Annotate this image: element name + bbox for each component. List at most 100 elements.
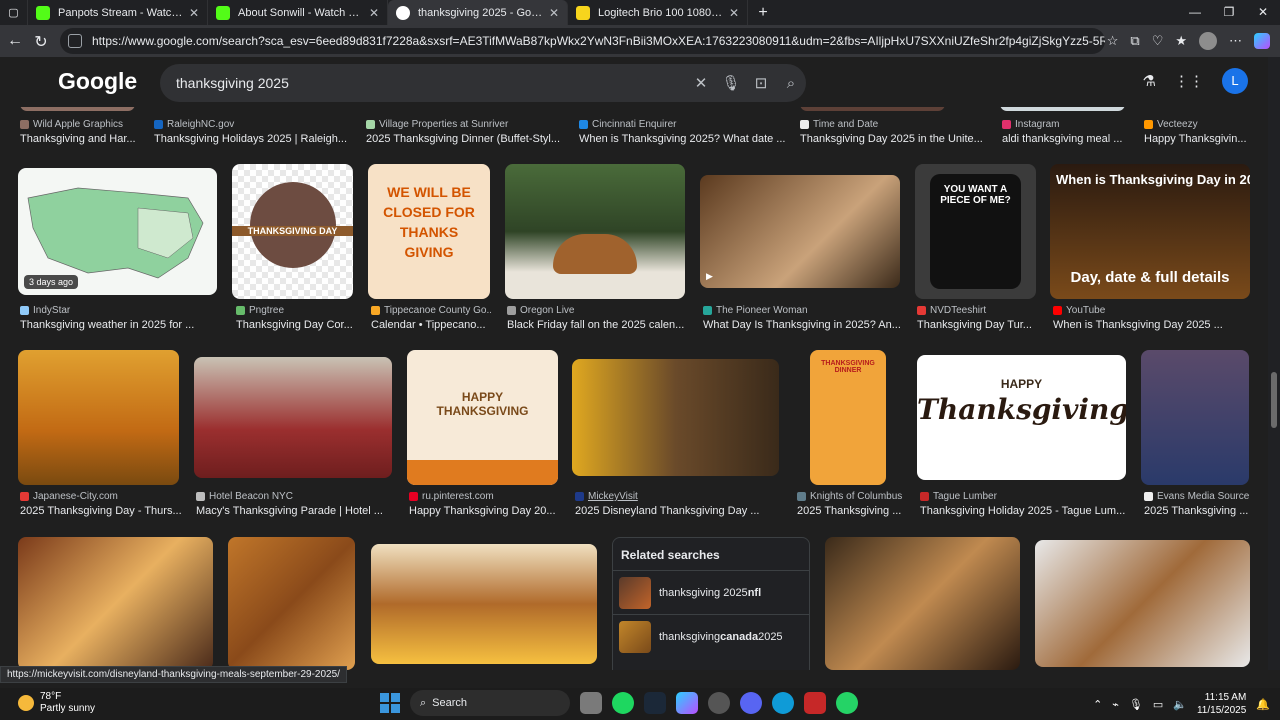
related-search-item[interactable]: thanksgiving canada 2025 <box>613 614 809 658</box>
tab-logitech[interactable]: Logitech Brio 100 1080p Full HD ✕ <box>568 0 748 25</box>
windows-start-icon[interactable] <box>380 693 400 713</box>
close-icon[interactable]: ✕ <box>549 6 559 20</box>
close-icon[interactable]: ✕ <box>729 6 739 20</box>
whatsapp-icon[interactable] <box>836 692 858 714</box>
back-icon[interactable]: ← <box>2 32 28 50</box>
result-caption[interactable]: Happy Thanksgiving Day 20... <box>409 505 561 517</box>
result-caption[interactable]: When is Thanksgiving Day 2025 ... <box>1053 319 1248 331</box>
tab-sonwill[interactable]: About Sonwill - Watch Live on Ki ✕ <box>208 0 388 25</box>
result-source[interactable]: YouTube <box>1053 305 1248 316</box>
reload-icon[interactable]: ↻ <box>28 32 54 52</box>
tab-actions-button[interactable]: ▢ <box>0 0 28 25</box>
result-caption[interactable]: 2025 Thanksgiving Day - Thurs... <box>20 505 185 517</box>
result-source[interactable]: MickeyVisit <box>575 491 775 502</box>
result-source[interactable]: The Pioneer Woman <box>703 305 903 316</box>
close-icon[interactable]: ✕ <box>369 6 379 20</box>
result-thumbnail[interactable]: THANKSGIVING DINNER <box>810 350 886 485</box>
result-thumbnail[interactable]: When is Thanksgiving Day in 2025 Day, da… <box>1050 164 1250 299</box>
minimize-icon[interactable]: — <box>1178 0 1212 25</box>
result-caption[interactable]: Thanksgiving and Har... <box>20 133 145 145</box>
favorites-icon[interactable]: ★ <box>1175 33 1187 49</box>
result-thumbnail[interactable]: HAPPY THANKSGIVING <box>407 350 558 485</box>
result-thumbnail[interactable] <box>194 357 392 478</box>
copilot-icon[interactable] <box>1254 33 1270 49</box>
result-source[interactable]: Oregon Live <box>507 305 687 316</box>
result-source[interactable]: Knights of Columbus <box>797 491 907 502</box>
discord-icon[interactable] <box>740 692 762 714</box>
result-source[interactable]: Cincinnati Enquirer <box>579 119 789 130</box>
result-thumbnail[interactable] <box>1035 540 1250 667</box>
result-caption[interactable]: Thanksgiving Day 2025 in the Unite... <box>800 133 990 145</box>
result-source[interactable]: Pngtree <box>236 305 356 316</box>
google-logo[interactable]: Google <box>58 68 137 95</box>
result-thumbnail[interactable] <box>505 164 685 299</box>
search-input[interactable]: thanksgiving 2025 <box>176 75 686 91</box>
search-icon[interactable]: ⌕ <box>776 75 806 92</box>
result-thumbnail[interactable] <box>800 107 945 111</box>
result-source[interactable]: Wild Apple Graphics <box>20 119 145 130</box>
result-caption[interactable]: When is Thanksgiving 2025? What date ... <box>579 133 789 145</box>
lens-icon[interactable]: ⊡ <box>746 74 776 92</box>
result-caption[interactable]: Black Friday fall on the 2025 calen... <box>507 319 687 331</box>
copilot-app-icon[interactable] <box>676 692 698 714</box>
result-caption[interactable]: 2025 Thanksgiving ... <box>797 505 907 517</box>
labs-icon[interactable]: ⚗ <box>1143 72 1156 90</box>
account-avatar[interactable]: L <box>1222 68 1248 94</box>
result-caption[interactable]: 2025 Thanksgiving Dinner (Buffet-Styl... <box>366 133 566 145</box>
volume-icon[interactable]: 🔈 <box>1173 698 1187 711</box>
result-caption[interactable]: Thanksgiving Holiday 2025 - Tague Lum... <box>920 505 1127 517</box>
result-source[interactable]: Time and Date <box>800 119 990 130</box>
related-search-item[interactable]: thanksgiving 2025 nfl <box>613 570 809 614</box>
result-source[interactable]: RaleighNC.gov <box>154 119 354 130</box>
tab-panpots[interactable]: Panpots Stream - Watch Live on K ✕ <box>28 0 208 25</box>
result-source[interactable]: IndyStar <box>20 305 210 316</box>
result-source[interactable]: Village Properties at Sunriver <box>366 119 566 130</box>
scrollbar[interactable] <box>1268 57 1280 670</box>
chevron-up-icon[interactable]: ⌃ <box>1093 698 1102 711</box>
restore-icon[interactable]: ❐ <box>1212 0 1246 25</box>
microphone-icon[interactable]: 🎙 <box>1129 698 1143 711</box>
result-caption[interactable]: aldi thanksgiving meal ... <box>1002 133 1132 145</box>
result-caption[interactable]: Thanksgiving weather in 2025 for ... <box>20 319 217 331</box>
result-caption[interactable]: 2025 Disneyland Thanksgiving Day ... <box>575 505 780 517</box>
network-icon[interactable]: ⌁ <box>1112 698 1119 711</box>
new-tab-button[interactable]: + <box>748 0 778 25</box>
result-source[interactable]: NVDTeeshirt <box>917 305 1037 316</box>
taskbar-search[interactable]: ⌕ Search <box>410 690 570 716</box>
result-source[interactable]: Tague Lumber <box>920 491 1125 502</box>
result-thumbnail[interactable] <box>572 359 779 476</box>
result-caption[interactable]: Thanksgiving Day Tur... <box>917 319 1037 331</box>
close-icon[interactable]: ✕ <box>189 6 199 20</box>
result-caption[interactable]: Happy Thanksgivin... <box>1144 133 1254 145</box>
result-thumbnail[interactable] <box>1141 350 1249 485</box>
obs-icon[interactable] <box>708 692 730 714</box>
result-thumbnail[interactable]: 3 days ago <box>18 168 217 295</box>
scrollbar-thumb[interactable] <box>1271 372 1277 428</box>
weather-widget[interactable]: 78°F Partly sunny <box>18 691 95 715</box>
app-icon[interactable] <box>804 692 826 714</box>
profile-avatar[interactable] <box>1199 32 1217 50</box>
steam-icon[interactable] <box>644 692 666 714</box>
result-thumbnail[interactable] <box>18 537 213 670</box>
microphone-icon[interactable]: 🎙 <box>716 74 746 92</box>
close-window-icon[interactable]: ✕ <box>1246 0 1280 25</box>
extensions-icon[interactable]: ⧉ <box>1130 33 1139 49</box>
result-caption[interactable]: Thanksgiving Holidays 2025 | Raleigh... <box>154 133 354 145</box>
notifications-icon[interactable]: 🔔 <box>1256 698 1270 711</box>
result-thumbnail[interactable]: ▶ <box>700 175 900 288</box>
result-thumbnail[interactable] <box>825 537 1020 670</box>
site-info-icon[interactable] <box>68 34 82 48</box>
result-thumbnail[interactable]: HAPPY Thanksgiving <box>917 355 1126 480</box>
clock[interactable]: 11:15 AM 11/15/2025 <box>1197 691 1246 717</box>
result-caption[interactable]: Calendar • Tippecano... <box>371 319 491 331</box>
address-bar[interactable]: https://www.google.com/search?sca_esv=6e… <box>60 28 1105 54</box>
result-caption[interactable]: Macy's Thanksgiving Parade | Hotel ... <box>196 505 392 517</box>
star-icon[interactable]: ☆ <box>1107 33 1119 49</box>
result-source[interactable]: Tippecanoe County Go... <box>371 305 491 316</box>
result-source[interactable]: Hotel Beacon NYC <box>196 491 386 502</box>
clear-icon[interactable]: ✕ <box>686 74 716 92</box>
result-thumbnail[interactable] <box>18 350 179 485</box>
result-source[interactable]: Vecteezy <box>1144 119 1254 130</box>
spotify-icon[interactable] <box>612 692 634 714</box>
browser-essentials-icon[interactable]: ♡ <box>1152 33 1164 49</box>
